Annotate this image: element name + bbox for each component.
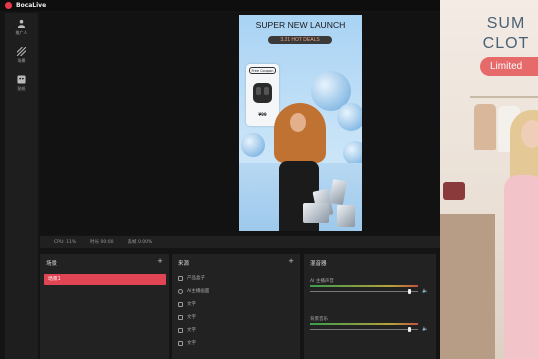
preview-panel: SUM CLOT Limited — [440, 0, 538, 359]
app-window: BocaLive 推广人 场景 贴纸 SUPER NEW LAUNCH 3.21… — [0, 0, 538, 359]
sidebar-item-scene[interactable]: 场景 — [5, 41, 38, 69]
app-logo — [5, 2, 12, 9]
text-icon — [178, 314, 183, 320]
user-icon — [17, 19, 26, 28]
speaker-icon[interactable]: 🔈 — [422, 288, 428, 294]
source-label: 文字 — [187, 341, 196, 346]
decor-ball — [337, 103, 362, 131]
scene-icon — [17, 46, 26, 56]
sidebar: 推广人 场景 贴纸 — [5, 13, 38, 359]
panel-title: 混音器 — [310, 261, 327, 267]
preview-title: SUM CLOT — [440, 14, 538, 54]
preview-limited-badge: Limited — [480, 57, 538, 76]
sidebar-item-label: 贴纸 — [17, 85, 26, 91]
sidebar-item-label: 场景 — [17, 57, 26, 63]
clothes-rail — [470, 96, 538, 98]
source-label: 产品盒子 — [187, 276, 205, 281]
product-label: Free Coupon — [249, 67, 276, 74]
source-item[interactable]: 文字 — [178, 338, 196, 348]
scene-list-item[interactable]: 场景1 — [44, 274, 166, 285]
source-label: 文字 — [187, 315, 196, 320]
presenter-hijab — [274, 103, 326, 163]
decor-ball — [241, 133, 265, 157]
mixer-channel: 背景音乐 🔈 — [310, 316, 428, 332]
source-item[interactable]: 文字 — [178, 312, 196, 322]
mixer-channel: AI 主播声音 🔈 — [310, 278, 428, 294]
panel-title: 场景 — [46, 261, 58, 267]
add-source-button[interactable]: + — [288, 257, 294, 265]
source-item[interactable]: 文字 — [178, 325, 196, 335]
live-canvas[interactable]: SUPER NEW LAUNCH 3.21 HOT DEALS Free Cou… — [239, 15, 362, 231]
audio-level-meter — [310, 323, 418, 325]
canvas-headline: SUPER NEW LAUNCH — [255, 20, 346, 30]
panel-title: 来源 — [178, 261, 190, 267]
add-scene-button[interactable]: + — [157, 257, 163, 265]
channel-label: 背景音乐 — [310, 317, 328, 322]
source-item[interactable]: AI主播画面 — [178, 286, 209, 296]
presenter-icon — [178, 288, 183, 294]
title-bar: BocaLive — [0, 0, 440, 11]
phone-display — [337, 205, 355, 227]
volume-slider-handle[interactable] — [407, 289, 411, 294]
sidebar-item-label: 推广人 — [15, 29, 28, 35]
status-bar: CPU: 11% 时长 00:00 丢帧 0.00% — [40, 236, 440, 248]
product-card[interactable]: Free Coupon ¥99 — [246, 64, 279, 126]
hanging-shirt — [474, 104, 496, 150]
model-dress — [504, 175, 538, 359]
deals-badge: 3.21 HOT DEALS — [268, 36, 332, 44]
volume-slider[interactable] — [310, 291, 418, 292]
box-icon — [178, 275, 183, 281]
sidebar-item-presenter[interactable]: 推广人 — [5, 13, 38, 41]
sources-panel: 来源 + 产品盒子 AI主播画面 文字 文字 文字 文字 — [172, 254, 300, 359]
model-face — [521, 120, 538, 148]
product-price: ¥99 — [258, 112, 267, 117]
app-title: BocaLive — [16, 2, 47, 9]
source-label: 文字 — [187, 328, 196, 333]
sticker-icon — [17, 74, 26, 84]
earbuds-case-image — [253, 83, 272, 103]
source-label: AI主播画面 — [187, 289, 210, 294]
cabinet — [440, 214, 495, 359]
phone-display — [303, 203, 329, 223]
sidebar-item-sticker[interactable]: 贴纸 — [5, 69, 38, 97]
duration-stat: 时长 00:00 — [90, 240, 114, 245]
decor-ball — [343, 141, 362, 165]
text-icon — [178, 327, 183, 333]
handbag — [443, 182, 465, 200]
presenter-face — [290, 113, 306, 132]
dropped-frames-stat: 丢帧 0.00% — [127, 240, 153, 245]
volume-slider-handle[interactable] — [407, 327, 411, 332]
mixer-panel: 混音器 AI 主播声音 🔈 背景音乐 🔈 — [304, 254, 436, 359]
source-item[interactable]: 产品盒子 — [178, 273, 205, 283]
source-label: 文字 — [187, 302, 196, 307]
speaker-icon[interactable]: 🔈 — [422, 326, 428, 332]
scenes-panel: 场景 + 场景1 — [40, 254, 169, 359]
text-icon — [178, 301, 183, 307]
channel-label: AI 主播声音 — [310, 279, 334, 284]
cpu-stat: CPU: 11% — [54, 239, 77, 245]
audio-level-meter — [310, 285, 418, 287]
text-icon — [178, 340, 183, 346]
source-item[interactable]: 文字 — [178, 299, 196, 309]
preview-title-line: CLOT — [482, 35, 530, 52]
volume-slider[interactable] — [310, 329, 418, 330]
preview-title-line: SUM — [486, 15, 526, 32]
